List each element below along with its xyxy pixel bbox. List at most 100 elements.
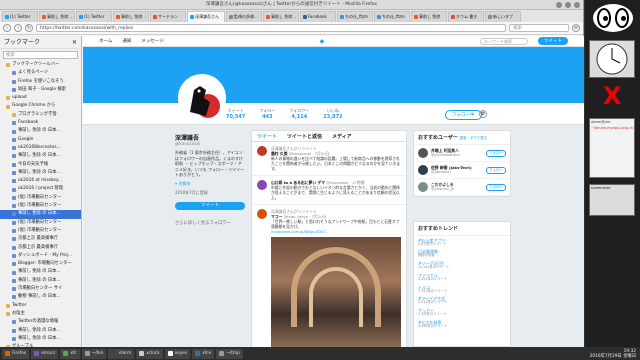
back-button[interactable]: ‹ bbox=[3, 24, 11, 32]
follow-user-button[interactable]: フォロー bbox=[486, 149, 506, 157]
bookmark-item[interactable]: 今日の天気予報 bbox=[0, 161, 81, 169]
trend-item[interactable]: ファイナル 3,452件のツイート bbox=[414, 271, 510, 283]
bookmark-item[interactable]: 事前し 免除 の 日本... bbox=[0, 327, 81, 335]
user-avatar[interactable] bbox=[418, 165, 428, 175]
bookmark-item[interactable]: よく見るページ bbox=[0, 69, 81, 77]
menu-icon[interactable]: ≡ bbox=[572, 24, 580, 32]
bookmark-item[interactable]: Blogger: 市場動向センター bbox=[0, 260, 81, 268]
follow-button[interactable]: フォロー中 bbox=[445, 110, 482, 120]
window-titlebar[interactable]: 深澤謙吾さん(@kasozasai)さん | Twitterからの送信付きツイー… bbox=[0, 0, 583, 10]
trend-item[interactable]: サッカー 1.4万件のツイート bbox=[414, 307, 510, 319]
taskbar-item[interactable]: Firefox bbox=[2, 348, 30, 359]
browser-tab[interactable]: ちの仕_ftzm bbox=[337, 11, 373, 22]
reload-button[interactable]: ↻ bbox=[25, 24, 33, 32]
taskbar-item[interactable]: xfce bbox=[192, 348, 215, 359]
followers-you-know-label[interactable]: さらに詳しく見るフォロワー bbox=[175, 220, 245, 226]
bookmark-item[interactable]: (仮) 市場動向センター bbox=[0, 219, 81, 227]
stat-followers[interactable]: フォロワー 4,114 bbox=[289, 108, 309, 120]
bookmark-item[interactable]: 事前し 免除 の 日本... bbox=[0, 127, 81, 135]
bookmark-item[interactable]: Facebook bbox=[0, 119, 81, 127]
bookmark-item[interactable]: 事前し 免除 の 日本... bbox=[0, 210, 81, 219]
tweet[interactable]: 山口県 to a ある出に夢い デマ @kasozasai · 17時間 市場と外… bbox=[252, 176, 406, 205]
tab-tweets[interactable]: ツイート bbox=[257, 133, 277, 140]
bookmark-item[interactable]: Google bbox=[0, 136, 81, 144]
taskbar-item[interactable]: xclock bbox=[136, 348, 163, 359]
tweet[interactable]: 深澤謙吾さんがリツイート 農村 久美 @kasozasai · 7月20日 新人の資… bbox=[252, 142, 406, 176]
bookmark-item[interactable]: Twitterの酒漫な情報 bbox=[0, 318, 81, 326]
browser-tab[interactable]: オウム 書き bbox=[448, 11, 484, 22]
clock[interactable]: 19:32 2016年7月29日 金曜日 bbox=[590, 349, 638, 359]
bookmark-item[interactable]: ok2016 / project 管理 bbox=[0, 185, 81, 193]
bookmark-item[interactable]: 動物 事前し の 日本... bbox=[0, 293, 81, 301]
stat-likes[interactable]: いいね 23,872 bbox=[323, 108, 342, 120]
tweet-image[interactable] bbox=[271, 237, 401, 347]
tweet-avatar[interactable] bbox=[257, 180, 267, 190]
bookmark-item[interactable]: (仮) 市場動向センター bbox=[0, 202, 81, 210]
taskbar-item[interactable]: xterm bbox=[108, 348, 135, 359]
close-button[interactable] bbox=[574, 2, 580, 8]
tweet-compose-button[interactable]: ツイート bbox=[538, 37, 569, 45]
bookmark-item[interactable]: 事前し 免除 の 日本... bbox=[0, 268, 81, 276]
close-icon[interactable]: ✕ bbox=[72, 36, 77, 48]
bookmark-folder[interactable]: Google Chrome から bbox=[0, 102, 81, 110]
taskbar-item[interactable]: xfc bbox=[60, 348, 80, 359]
taskbar-item[interactable]: ~/bin bbox=[81, 348, 107, 359]
trend-item[interactable]: #七夕を発表 4,580件のツイート bbox=[414, 319, 510, 331]
follow-user-button[interactable]: フォロー bbox=[486, 183, 506, 191]
avatar[interactable] bbox=[178, 74, 226, 122]
bookmark-item[interactable]: 京都上京 最高検事庁 bbox=[0, 244, 81, 252]
follow-user-button[interactable]: フォロー bbox=[486, 166, 506, 174]
bookmark-item[interactable]: Firefox を使いこなそう bbox=[0, 78, 81, 86]
bookmark-item[interactable]: 京都上京 最高検事庁 bbox=[0, 235, 81, 243]
trend-item[interactable]: トルコ 7,321件のツイート bbox=[414, 283, 510, 295]
bookmark-item[interactable]: 事前し 免除 の 日本... bbox=[0, 277, 81, 285]
bookmark-item[interactable]: ok2016 at misskey... bbox=[0, 177, 81, 185]
bookmark-folder[interactable]: プログラミング学習 bbox=[0, 111, 81, 119]
gear-icon[interactable]: ⚙ bbox=[479, 110, 487, 118]
twitter-search-input[interactable]: キーワード検索 bbox=[480, 37, 529, 45]
bookmark-folder[interactable]: ブックマークツールバー bbox=[0, 61, 81, 69]
bookmark-item[interactable]: 市場動向センター サイ bbox=[0, 285, 81, 293]
bookmark-item[interactable]: ダッシュボード - My Proj... bbox=[0, 252, 81, 260]
user-avatar[interactable] bbox=[418, 182, 428, 192]
tab-tweets-replies[interactable]: ツイートと返信 bbox=[287, 133, 322, 140]
minimize-button[interactable] bbox=[556, 2, 562, 8]
browser-tab[interactable]: (1) Twitter bbox=[76, 11, 112, 22]
profile-tweet-button[interactable]: ツイート bbox=[175, 201, 245, 210]
stat-tweets[interactable]: ツイート 70,547 bbox=[226, 108, 245, 120]
bookmark-folder[interactable]: お陰主 bbox=[0, 310, 81, 318]
user-avatar[interactable] bbox=[418, 148, 428, 158]
trend-item[interactable]: #アイデア大会 2,211件のツイート bbox=[414, 295, 510, 307]
tweet-avatar[interactable] bbox=[257, 146, 267, 156]
sidebar-search-input[interactable]: 検索 bbox=[3, 51, 78, 59]
browser-tab[interactable]: サードラン bbox=[150, 11, 186, 22]
browser-tab[interactable]: ちの仕_ftzm bbox=[374, 11, 410, 22]
taskbar-item[interactable]: xeyes bbox=[164, 348, 191, 359]
browser-tab[interactable]: 新しいタブ bbox=[485, 11, 521, 22]
search-bar[interactable]: 検索 bbox=[509, 24, 569, 32]
tweet-avatar[interactable] bbox=[257, 209, 267, 219]
browser-tab[interactable]: Facebook bbox=[300, 11, 336, 22]
tweet-link[interactable]: instagram.com/p/BWpu4DkT... bbox=[271, 229, 401, 234]
close-icon[interactable]: X bbox=[603, 82, 622, 110]
browser-tab[interactable]: 深澤謙吾さん bbox=[187, 11, 225, 22]
browser-tab[interactable]: (1) Twitter bbox=[2, 11, 38, 22]
maximize-button[interactable] bbox=[565, 2, 571, 8]
taskbar-item[interactable]: emacs bbox=[31, 348, 59, 359]
bookmark-item[interactable]: 坂田 和子 - Google 検索 bbox=[0, 86, 81, 94]
forward-button[interactable]: › bbox=[14, 24, 22, 32]
bookmark-folder[interactable]: upload bbox=[0, 94, 81, 102]
browser-tab[interactable]: 事前し 免除... bbox=[39, 11, 75, 22]
browser-tab[interactable]: 事前し 免除... bbox=[113, 11, 149, 22]
trend-item[interactable]: #お土産アプリ 2.8万件のツイート bbox=[414, 236, 510, 248]
trend-item[interactable]: #リーグ3日目 11,542件のツイート bbox=[414, 260, 510, 272]
nav-messages[interactable]: メッセージ bbox=[141, 38, 163, 44]
bookmark-item[interactable]: ok2016Warcnotes... bbox=[0, 144, 81, 152]
bookmark-item[interactable]: (仮) 市場動向センター bbox=[0, 227, 81, 235]
browser-tab[interactable]: 監視の多様... bbox=[226, 11, 262, 22]
tab-media[interactable]: メディア bbox=[332, 133, 352, 140]
browser-tab[interactable]: 事前し 免除 bbox=[411, 11, 447, 22]
stat-following[interactable]: フォロー 443 bbox=[259, 108, 275, 120]
bookmark-item[interactable]: (仮) 市場動向センター bbox=[0, 194, 81, 202]
trend-item[interactable]: 日本郵便株 株価が急落 bbox=[414, 248, 510, 260]
